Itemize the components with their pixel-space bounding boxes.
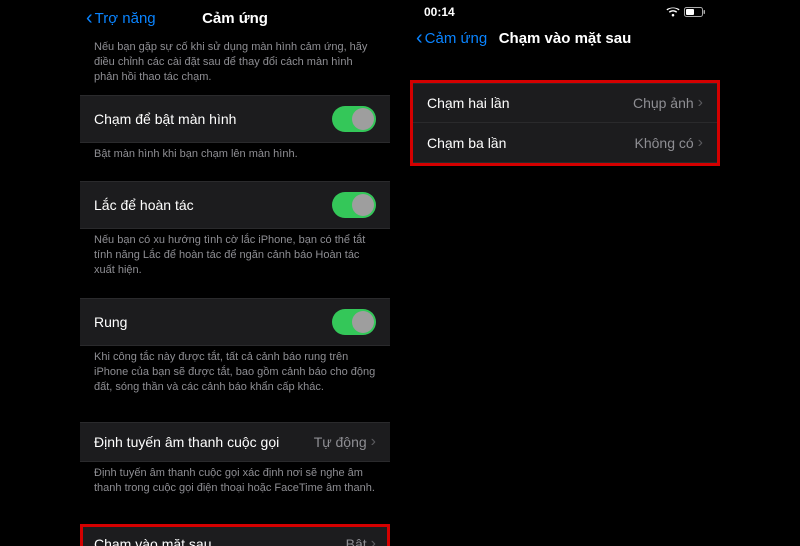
wifi-icon: [666, 7, 680, 17]
toggle-switch[interactable]: [332, 106, 376, 132]
toggle-switch[interactable]: [332, 192, 376, 218]
back-label: Trợ năng: [95, 10, 156, 27]
phone-right-back-tap: 00:14 ‹ Cảm ứng Chạm vào mặt sau Chạm ha…: [410, 0, 720, 546]
back-label: Cảm ứng: [425, 30, 488, 47]
row-double-tap[interactable]: Chạm hai lần Chụp ảnh ›: [413, 83, 717, 123]
nav-bar: ‹ Trợ năng Cảm ứng: [80, 0, 390, 36]
status-time: 00:14: [424, 5, 455, 19]
row-back-tap[interactable]: Chạm vào mặt sau Bật ›: [80, 524, 390, 546]
chevron-right-icon: ›: [698, 134, 703, 152]
status-bar: 00:14: [410, 0, 720, 20]
row-touch-to-wake[interactable]: Chạm để bật màn hình: [80, 95, 390, 143]
note-shake-undo: Nếu bạn có xu hướng tình cờ lắc iPhone, …: [80, 229, 390, 288]
row-label: Chạm hai lần: [427, 95, 633, 111]
back-button[interactable]: ‹ Cảm ứng: [416, 28, 487, 48]
chevron-right-icon: ›: [371, 433, 376, 451]
row-call-audio-routing[interactable]: Định tuyến âm thanh cuộc gọi Tự động ›: [80, 422, 390, 462]
note-audio-routing: Định tuyến âm thanh cuộc gọi xác định nơ…: [80, 462, 390, 506]
note-touch-wake: Bật màn hình khi bạn chạm lên màn hình.: [80, 143, 390, 172]
chevron-left-icon: ‹: [416, 28, 423, 48]
back-tap-group: Chạm hai lần Chụp ảnh › Chạm ba lần Khôn…: [410, 80, 720, 166]
row-label: Rung: [94, 314, 332, 330]
row-label: Lắc để hoàn tác: [94, 197, 332, 213]
row-label: Chạm ba lần: [427, 135, 635, 151]
row-value: Chụp ảnh: [633, 95, 694, 111]
intro-note: Nếu bạn gặp sự cố khi sử dụng màn hình c…: [80, 36, 390, 95]
row-vibration[interactable]: Rung: [80, 298, 390, 346]
chevron-left-icon: ‹: [86, 8, 93, 28]
chevron-right-icon: ›: [698, 94, 703, 112]
row-value: Tự động: [314, 434, 367, 450]
chevron-right-icon: ›: [371, 535, 376, 546]
row-value: Không có: [635, 135, 694, 151]
battery-icon: [684, 7, 706, 17]
note-vibration: Khi công tắc này được tắt, tất cả cảnh b…: [80, 346, 390, 405]
row-shake-undo[interactable]: Lắc để hoàn tác: [80, 181, 390, 229]
row-label: Chạm vào mặt sau: [94, 536, 346, 546]
back-button[interactable]: ‹ Trợ năng: [86, 8, 156, 28]
status-indicators: [666, 7, 706, 17]
row-label: Định tuyến âm thanh cuộc gọi: [94, 434, 314, 450]
row-label: Chạm để bật màn hình: [94, 111, 332, 127]
row-value: Bật: [346, 536, 367, 546]
toggle-switch[interactable]: [332, 309, 376, 335]
row-triple-tap[interactable]: Chạm ba lần Không có ›: [413, 123, 717, 163]
nav-bar: ‹ Cảm ứng Chạm vào mặt sau: [410, 20, 720, 56]
phone-left-touch-settings: ‹ Trợ năng Cảm ứng Nếu bạn gặp sự cố khi…: [80, 0, 390, 546]
